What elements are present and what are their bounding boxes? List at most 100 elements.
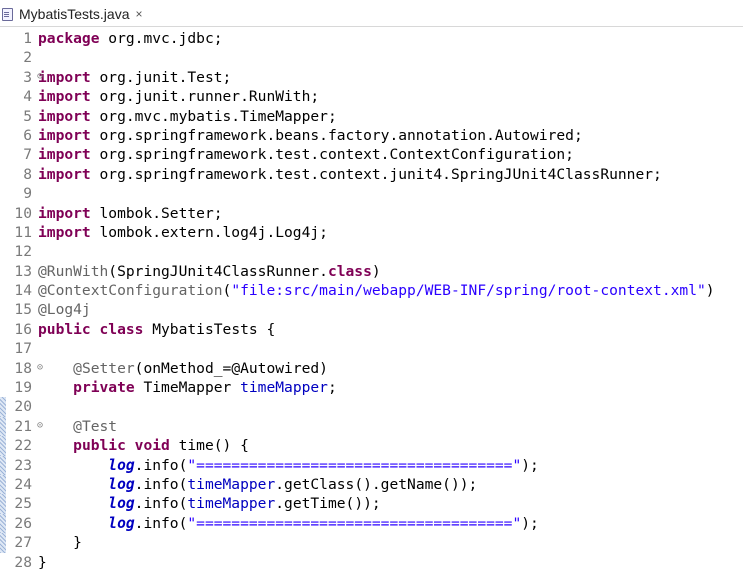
code-text: @Test [34, 417, 117, 436]
code-text: } [34, 533, 82, 552]
line-number: 1 [23, 30, 32, 47]
code-text: log.info("==============================… [34, 456, 539, 475]
code-text: public void time() { [34, 436, 249, 455]
code-text: private TimeMapper timeMapper; [34, 378, 337, 397]
line-number: 2 [23, 49, 32, 67]
code-line[interactable]: 3import org.junit.Test; [0, 67, 743, 87]
code-token: ) [371, 262, 381, 280]
code-line[interactable]: 2 [0, 48, 743, 67]
code-token: import [38, 146, 91, 164]
code-line[interactable]: 17 [0, 339, 743, 358]
line-number: 7 [23, 146, 32, 164]
code-token: import [38, 126, 91, 144]
line-number: 3 [0, 67, 43, 87]
line-number: 13 [14, 262, 32, 280]
code-text: import org.springframework.beans.factory… [34, 126, 583, 145]
line-number: 22 [14, 437, 32, 455]
code-line[interactable]: 5 import org.mvc.mybatis.TimeMapper; [0, 107, 743, 126]
code-token: package [38, 30, 100, 47]
code-text: import org.springframework.test.context.… [34, 165, 662, 184]
code-line[interactable]: 22 public void time() { [0, 436, 743, 456]
line-number: 26 [14, 514, 32, 532]
code-text: log.info("==============================… [34, 514, 539, 533]
code-token: log [108, 514, 135, 532]
code-line[interactable]: 12 [0, 242, 743, 261]
code-token: } [38, 553, 47, 571]
tab-title: MybatisTests.java [19, 6, 130, 22]
code-line[interactable]: 18 @Setter(onMethod_=@Autowired) [0, 358, 743, 378]
code-line[interactable]: 11 import lombok.extern.log4j.Log4j; [0, 223, 743, 242]
code-token: ; [327, 379, 337, 397]
code-line[interactable]: 20 [0, 397, 743, 418]
code-token: lombok.Setter; [90, 204, 223, 222]
line-number: 14 [14, 282, 32, 300]
code-token: import [38, 204, 91, 222]
java-file-icon [2, 7, 13, 21]
code-token: .info( [134, 495, 188, 513]
line-number: 18 [0, 358, 43, 378]
code-line[interactable]: 25 log.info(timeMapper.getTime()); [0, 494, 743, 515]
code-token: void [134, 437, 170, 455]
code-line[interactable]: 16 public class MybatisTests { [0, 320, 743, 339]
code-token: ( [222, 282, 232, 300]
code-line[interactable]: 26 log.info("===========================… [0, 513, 743, 534]
code-token: import [38, 223, 91, 241]
line-number: 11 [14, 223, 32, 241]
code-line[interactable]: 28} [0, 553, 743, 572]
code-token: timeMapper [187, 475, 276, 493]
code-line[interactable]: 27 } [0, 533, 743, 553]
code-text: public class MybatisTests { [34, 320, 275, 339]
code-text: } [34, 553, 47, 572]
code-text: import lombok.Setter; [34, 204, 223, 223]
code-line[interactable]: 10 import lombok.Setter; [0, 204, 743, 223]
code-text: @RunWith(SpringJUnit4ClassRunner.class) [34, 262, 381, 281]
code-token: @Test [73, 417, 118, 435]
code-token: ) [705, 282, 715, 300]
line-number: 19 [14, 379, 32, 397]
code-line[interactable]: 21 @Test [0, 416, 743, 437]
code-token: TimeMapper [134, 379, 241, 397]
code-line[interactable]: 4 import org.junit.runner.RunWith; [0, 87, 743, 106]
close-icon[interactable]: × [135, 7, 142, 21]
code-token: .getTime()); [275, 495, 381, 513]
editor-tab[interactable]: MybatisTests.java × [0, 2, 149, 26]
code-token: import [38, 68, 91, 86]
line-number: 5 [23, 107, 32, 125]
code-text: @ContextConfiguration("file:src/main/web… [34, 281, 715, 300]
code-text: import org.springframework.test.context.… [34, 145, 574, 164]
code-line[interactable]: 6 import org.springframework.beans.factor… [0, 126, 743, 145]
code-token: (SpringJUnit4ClassRunner. [108, 262, 328, 280]
code-editor[interactable]: 1package org.mvc.jdbc;23import org.junit… [0, 27, 743, 572]
code-line[interactable]: 7 import org.springframework.test.context… [0, 145, 743, 164]
code-token: timeMapper [240, 379, 328, 397]
code-token: org.mvc.jdbc; [99, 30, 223, 47]
code-line[interactable]: 24 log.info(timeMapper.getClass().getNam… [0, 474, 743, 495]
code-line[interactable]: 1 package org.mvc.jdbc; [0, 29, 743, 48]
code-line[interactable]: 19 private TimeMapper timeMapper; [0, 378, 743, 397]
code-token: org.mvc.mybatis.TimeMapper; [90, 107, 337, 125]
code-token: org.springframework.test.context.Context… [90, 146, 574, 164]
code-token: log [108, 495, 135, 513]
code-token: public [73, 437, 126, 455]
code-token: log [108, 456, 135, 474]
code-token: "====================================" [187, 514, 522, 532]
code-line[interactable]: 15 @Log4j [0, 300, 743, 319]
code-line[interactable]: 23 log.info("===========================… [0, 455, 743, 476]
code-token: org.junit.Test; [90, 68, 232, 86]
code-token: ); [521, 514, 539, 532]
code-token: import [38, 165, 91, 183]
code-line[interactable]: 14 @ContextConfiguration("file:src/main/w… [0, 281, 743, 300]
code-token: log [108, 475, 135, 493]
code-token: time() { [169, 437, 249, 455]
code-line[interactable]: 9 [0, 184, 743, 203]
code-token: @Setter [73, 359, 135, 377]
code-line[interactable]: 8 import org.springframework.test.context… [0, 165, 743, 184]
line-number: 24 [14, 475, 32, 493]
code-line[interactable]: 13 @RunWith(SpringJUnit4ClassRunner.class… [0, 262, 743, 281]
